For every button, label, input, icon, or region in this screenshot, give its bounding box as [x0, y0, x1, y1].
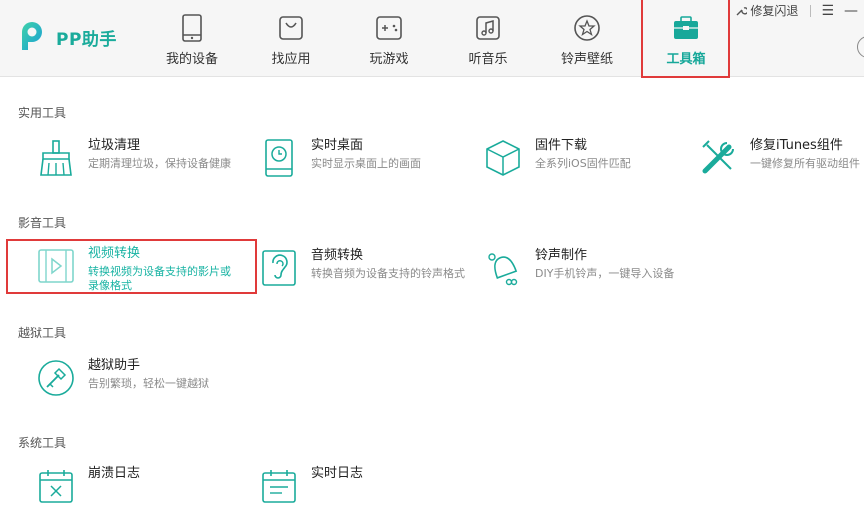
flash-fix-button[interactable]: 修复闪退	[735, 2, 798, 19]
tool-ringtone-maker[interactable]: 铃声制作 DIY手机铃声，一键导入设备	[483, 248, 674, 288]
tool-junk-clean[interactable]: 垃圾清理 定期清理垃圾，保持设备健康	[36, 138, 231, 178]
broom-icon	[36, 138, 76, 178]
tool-live-log[interactable]: 实时日志	[259, 466, 363, 506]
pp-logo-icon	[22, 22, 42, 50]
tool-firmware-download[interactable]: 固件下载 全系列iOS固件匹配	[483, 138, 631, 178]
section-title-system: 系统工具	[18, 436, 67, 450]
nav-ringtones-wallpapers[interactable]: 铃声壁纸	[541, 0, 633, 76]
tool-live-desktop[interactable]: 实时桌面 实时显示桌面上的画面	[259, 138, 421, 178]
bell-scissors-icon	[483, 248, 523, 288]
divider	[810, 4, 812, 17]
toolbox-highlight-box	[641, 0, 730, 78]
gamepad-icon	[374, 14, 404, 42]
calendar-x-icon	[36, 466, 76, 506]
tools-cross-icon	[698, 138, 738, 178]
cube-icon	[483, 138, 523, 178]
music-icon	[473, 14, 503, 42]
ear-icon	[259, 248, 299, 288]
tool-audio-convert[interactable]: 音频转换 转换音频为设备支持的铃声格式	[259, 248, 465, 288]
section-title-media: 影音工具	[18, 216, 67, 230]
star-icon	[572, 14, 602, 42]
app-title: PP助手	[56, 29, 117, 50]
menu-icon[interactable]: ☰	[821, 3, 834, 19]
bag-icon	[276, 14, 306, 42]
tool-fix-itunes[interactable]: 修复iTunes组件 一键修复所有驱动组件	[698, 138, 860, 178]
video-convert-highlight-box	[6, 239, 257, 294]
top-bar: PP助手 我的设备 找应用 玩游戏 听音乐 铃声壁纸 工具箱 修复闪退 ☰ —	[0, 0, 864, 77]
tool-crash-log[interactable]: 崩溃日志	[36, 466, 140, 506]
window-controls: 修复闪退 ☰ —	[735, 2, 864, 19]
calendar-icon	[259, 466, 299, 506]
section-title-utility: 实用工具	[18, 106, 67, 120]
nav-my-device[interactable]: 我的设备	[146, 0, 238, 76]
nav-music[interactable]: 听音乐	[442, 0, 534, 76]
phone-clock-icon	[259, 138, 299, 178]
nav-find-apps[interactable]: 找应用	[245, 0, 337, 76]
section-title-jailbreak: 越狱工具	[18, 326, 67, 340]
app-logo[interactable]: PP助手	[16, 20, 117, 54]
minimize-icon[interactable]: —	[844, 3, 858, 19]
key-circle-icon	[36, 358, 76, 398]
tool-jailbreak-helper[interactable]: 越狱助手 告别繁琐，轻松一键越狱	[36, 358, 209, 398]
phone-icon	[177, 14, 207, 42]
nav-games[interactable]: 玩游戏	[343, 0, 435, 76]
more-icon[interactable]	[857, 36, 864, 58]
wrench-icon	[736, 6, 748, 15]
